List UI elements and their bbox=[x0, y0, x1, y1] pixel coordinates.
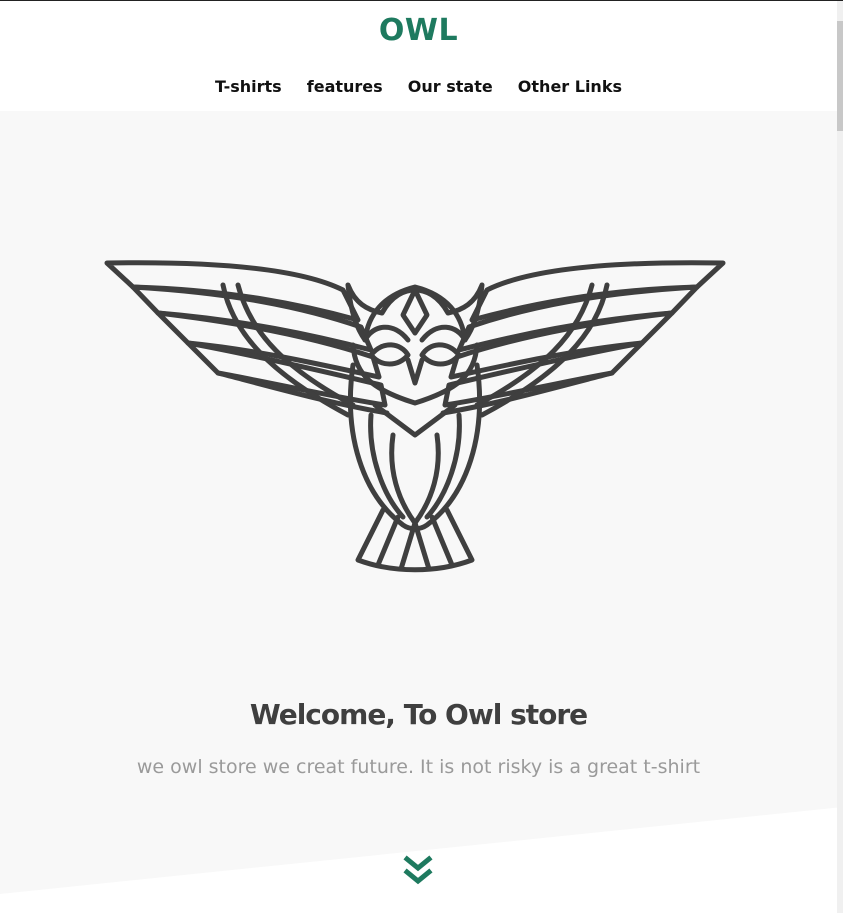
hero-title: Welcome, To Owl store bbox=[249, 698, 588, 731]
nav-link-other-links[interactable]: Other Links bbox=[518, 77, 622, 96]
scrollbar-thumb[interactable] bbox=[837, 21, 843, 131]
hero-section: Welcome, To Owl store we owl store we cr… bbox=[0, 111, 837, 913]
site-header: OWL T-shirts features Our state Other Li… bbox=[0, 1, 837, 111]
site-logo[interactable]: OWL bbox=[0, 13, 837, 48]
owl-icon bbox=[104, 260, 726, 573]
page: OWL T-shirts features Our state Other Li… bbox=[0, 0, 843, 913]
nav-link-features[interactable]: features bbox=[307, 77, 383, 96]
main-nav: T-shirts features Our state Other Links bbox=[0, 77, 837, 96]
hero-subtitle: we owl store we creat future. It is not … bbox=[136, 756, 701, 778]
double-chevron-down-icon[interactable] bbox=[403, 855, 433, 889]
nav-link-t-shirts[interactable]: T-shirts bbox=[215, 77, 282, 96]
nav-link-our-state[interactable]: Our state bbox=[408, 77, 493, 96]
scrollbar[interactable] bbox=[837, 1, 843, 913]
